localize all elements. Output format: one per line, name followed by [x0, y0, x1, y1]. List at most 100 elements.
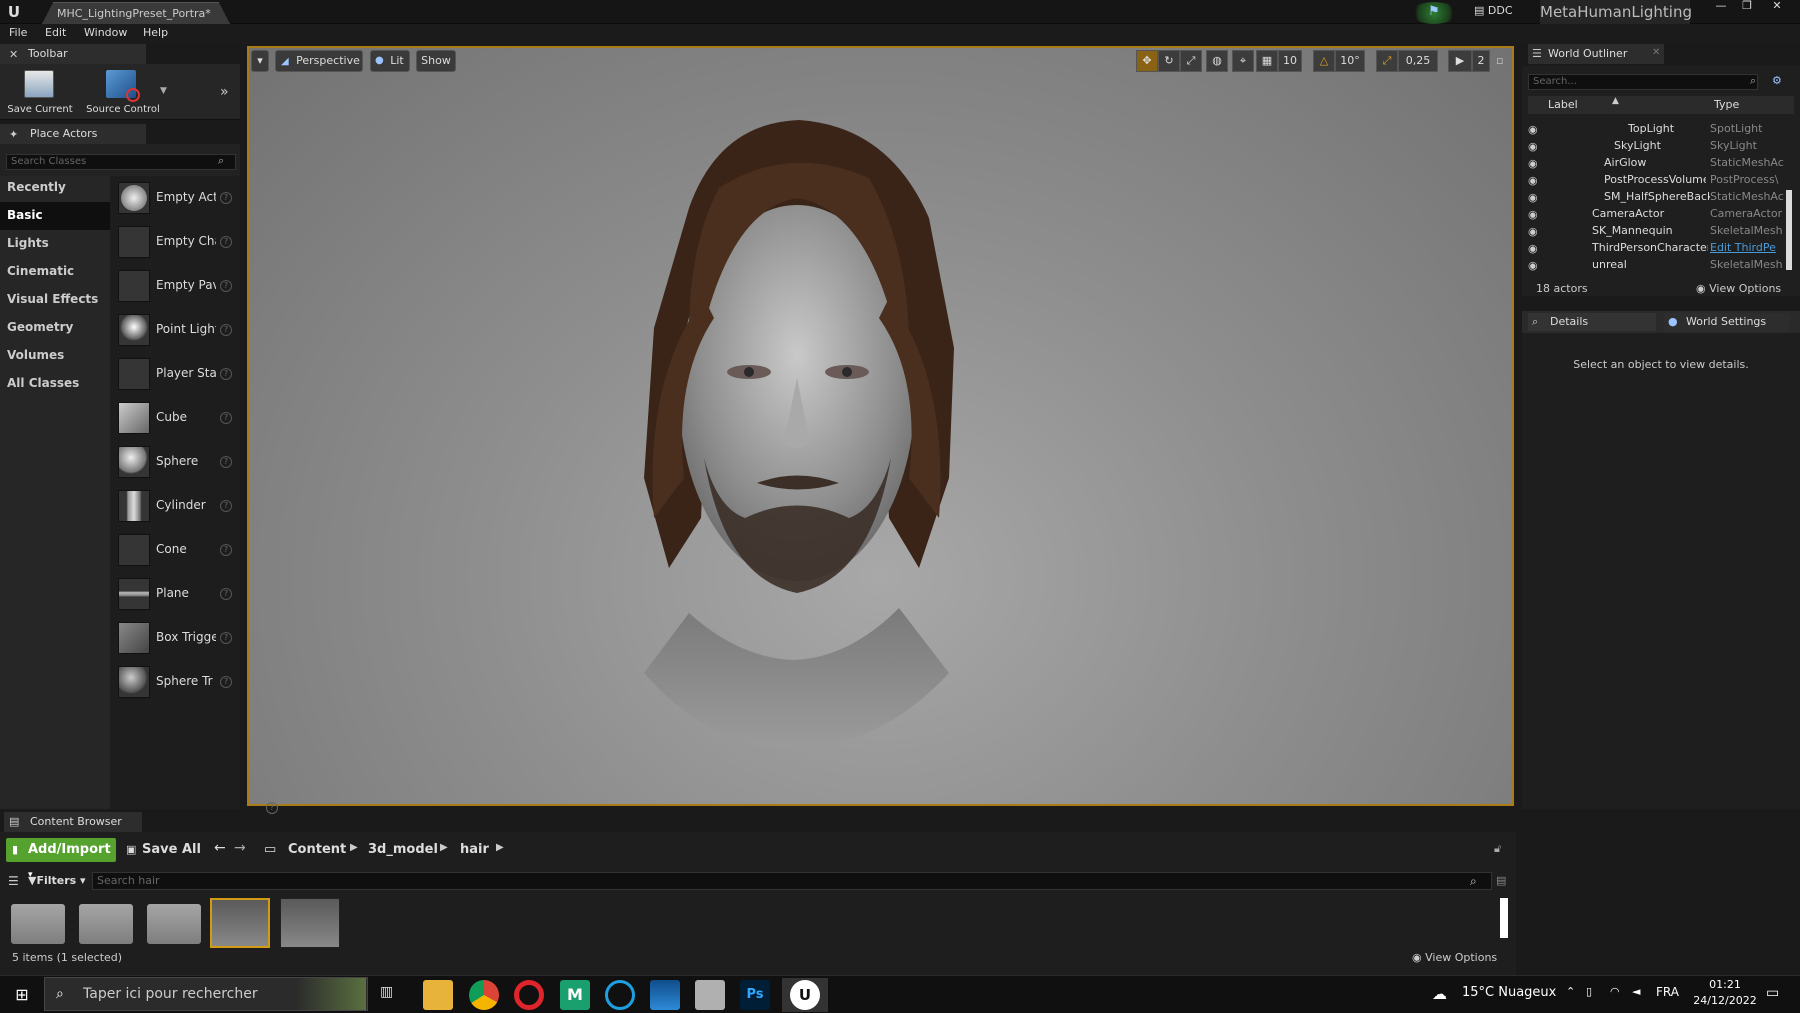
- menu-window[interactable]: Window: [84, 26, 128, 42]
- grid-icon[interactable]: ▦: [1256, 50, 1278, 72]
- scale-icon[interactable]: ⤢: [1180, 50, 1202, 72]
- ddc-indicator[interactable]: ▤ DDC: [1474, 4, 1526, 20]
- expand-toolbar-icon[interactable]: »: [220, 84, 236, 100]
- content-view-options-button[interactable]: ◉ View Options: [1412, 951, 1512, 965]
- outliner-row[interactable]: ◉ unreal SkeletalMesh: [1528, 257, 1786, 274]
- actor-empty-actor[interactable]: Empty Act?: [110, 178, 240, 218]
- task-view-icon[interactable]: ▥: [380, 984, 400, 1004]
- help-icon[interactable]: ?: [220, 280, 232, 292]
- content-search-input[interactable]: Search hair: [92, 872, 1492, 890]
- visibility-icon[interactable]: ◉: [1528, 140, 1544, 153]
- help-icon[interactable]: ?: [220, 676, 232, 688]
- actor-cube[interactable]: Cube?: [110, 398, 240, 438]
- breadcrumb-3d-model[interactable]: 3d_model: [368, 840, 438, 860]
- network-app-icon[interactable]: [695, 980, 725, 1010]
- actor-cylinder[interactable]: Cylinder?: [110, 486, 240, 526]
- level-viewport[interactable]: [247, 46, 1514, 806]
- outliner-row[interactable]: ◉ SM_HalfSphereBackg StaticMeshAc: [1528, 189, 1786, 206]
- actor-plane[interactable]: Plane?: [110, 574, 240, 614]
- level-tab[interactable]: MHC_LightingPreset_Portra*: [42, 2, 230, 24]
- file-explorer-icon[interactable]: [423, 980, 453, 1010]
- photoshop-icon[interactable]: Ps: [740, 980, 770, 1010]
- outliner-row[interactable]: ◉ PostProcessVolume PostProcess\: [1528, 172, 1786, 189]
- clock-date[interactable]: 24/12/2022: [1690, 994, 1760, 1012]
- world-icon[interactable]: ◍: [1206, 50, 1228, 72]
- category-lights[interactable]: Lights: [0, 230, 110, 258]
- folder-item[interactable]: [11, 904, 65, 944]
- sources-panel-icon[interactable]: ☰: [8, 874, 24, 888]
- scale-snap-value[interactable]: 0,25: [1398, 50, 1438, 72]
- content-scrollbar[interactable]: [1500, 898, 1508, 938]
- outliner-row[interactable]: ◉ AirGlow StaticMeshAc: [1528, 155, 1786, 172]
- visibility-icon[interactable]: ◉: [1528, 123, 1544, 136]
- category-all-classes[interactable]: All Classes: [0, 370, 110, 398]
- category-geometry[interactable]: Geometry: [0, 314, 110, 342]
- outliner-view-options-button[interactable]: ◉ View Options: [1696, 282, 1796, 296]
- chrome-icon[interactable]: [469, 980, 499, 1010]
- language-indicator[interactable]: FRA: [1656, 985, 1684, 1003]
- actor-player-start[interactable]: Player Sta?: [110, 354, 240, 394]
- actor-point-light[interactable]: Point Light?: [110, 310, 240, 350]
- camera-speed-value[interactable]: 2: [1472, 50, 1490, 72]
- category-recently-placed[interactable]: Recently Placed: [0, 174, 110, 220]
- windows-start-icon[interactable]: ⊞: [12, 985, 32, 1005]
- notifications-icon[interactable]: ▭: [1766, 985, 1786, 1003]
- outliner-row[interactable]: ◉ CameraActor CameraActor: [1528, 206, 1786, 223]
- help-icon[interactable]: ?: [220, 456, 232, 468]
- column-label-header[interactable]: Label: [1548, 98, 1608, 112]
- help-icon[interactable]: ?: [220, 500, 232, 512]
- outliner-settings-icon[interactable]: ⚙: [1772, 74, 1788, 88]
- menu-file[interactable]: File: [9, 26, 33, 42]
- outliner-row[interactable]: ◉ SK_Mannequin SkeletalMesh: [1528, 223, 1786, 240]
- outliner-row[interactable]: ◉ SkyLight SkyLight: [1528, 138, 1786, 155]
- source-control-button[interactable]: Source Control: [80, 68, 166, 120]
- help-icon[interactable]: ?: [220, 632, 232, 644]
- visibility-icon[interactable]: ◉: [1528, 208, 1544, 221]
- chevron-right-icon[interactable]: ▶: [350, 842, 360, 858]
- visibility-icon[interactable]: ◉: [1528, 259, 1544, 272]
- category-cinematic[interactable]: Cinematic: [0, 258, 110, 286]
- category-basic[interactable]: Basic: [0, 202, 110, 230]
- visibility-icon[interactable]: ◉: [1528, 174, 1544, 187]
- edit-blueprint-link[interactable]: Edit ThirdPe: [1710, 241, 1786, 256]
- opera-icon[interactable]: [514, 980, 544, 1010]
- minimize-icon[interactable]: —: [1710, 0, 1732, 14]
- column-type-header[interactable]: Type: [1714, 98, 1774, 112]
- show-hidden-icons[interactable]: ⌃: [1566, 985, 1578, 1003]
- chevron-down-icon[interactable]: ▼: [160, 86, 172, 96]
- cinema-app-icon[interactable]: [605, 980, 635, 1010]
- visibility-icon[interactable]: ◉: [1528, 157, 1544, 170]
- close-tab-icon[interactable]: ✕: [1652, 47, 1662, 59]
- category-volumes[interactable]: Volumes: [0, 342, 110, 370]
- save-search-icon[interactable]: ▤: [1496, 874, 1510, 888]
- help-icon[interactable]: ?: [220, 412, 232, 424]
- rotation-snap-icon[interactable]: △: [1313, 50, 1335, 72]
- breadcrumb-content[interactable]: Content: [288, 840, 348, 860]
- folder-item[interactable]: [79, 904, 133, 944]
- visibility-icon[interactable]: ◉: [1528, 225, 1544, 238]
- maximize-viewport-icon[interactable]: ▫: [1496, 54, 1510, 68]
- scale-snap-icon[interactable]: ⤢: [1376, 50, 1398, 72]
- actor-sphere[interactable]: Sphere?: [110, 442, 240, 482]
- help-icon[interactable]: ?: [220, 588, 232, 600]
- weather-text[interactable]: 15°C Nuageux: [1462, 985, 1556, 1003]
- outliner-row[interactable]: ◉ ThirdPersonCharacter Edit ThirdPe: [1528, 240, 1786, 257]
- help-icon[interactable]: ?: [220, 544, 232, 556]
- grid-snap-value[interactable]: 10: [1278, 50, 1302, 72]
- lock-icon[interactable]: 🔓︎: [1494, 842, 1508, 856]
- help-icon[interactable]: ?: [220, 236, 232, 248]
- help-icon[interactable]: ?: [220, 368, 232, 380]
- details-tab[interactable]: Details: [1528, 313, 1656, 331]
- actor-empty-pawn[interactable]: Empty Pav?: [110, 266, 240, 306]
- forward-arrow-icon[interactable]: →: [234, 840, 250, 860]
- actor-empty-character[interactable]: Empty Cha?: [110, 222, 240, 262]
- outliner-scrollbar[interactable]: [1786, 190, 1792, 270]
- folder-item[interactable]: [147, 904, 201, 944]
- save-current-button[interactable]: Save Current: [4, 68, 76, 120]
- breadcrumb-hair[interactable]: hair: [460, 840, 496, 860]
- hair-asset-thumbnail[interactable]: [280, 898, 340, 948]
- rotation-snap-value[interactable]: 10°: [1335, 50, 1365, 72]
- outliner-search-input[interactable]: Search...: [1528, 74, 1758, 90]
- filters-button[interactable]: ▼Filters ▾: [28, 872, 88, 890]
- wifi-icon[interactable]: ◠: [1610, 985, 1624, 1003]
